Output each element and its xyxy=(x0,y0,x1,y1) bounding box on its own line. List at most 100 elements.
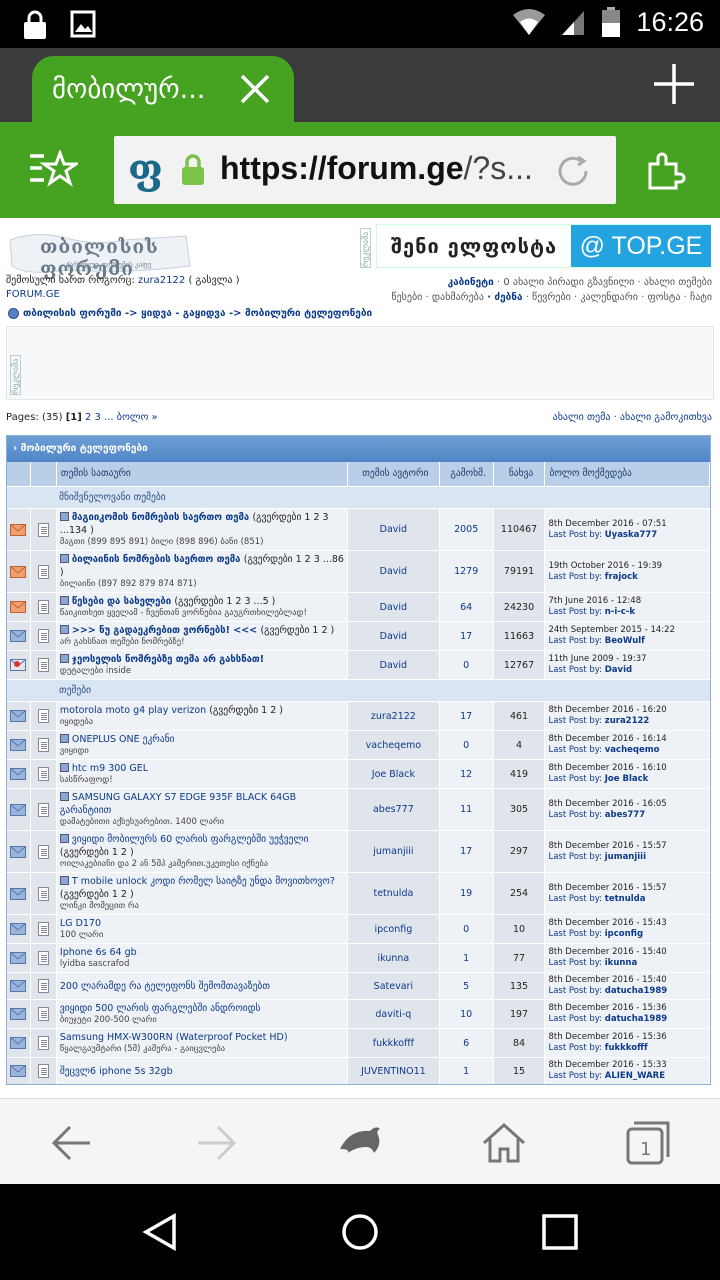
topic-author[interactable]: David xyxy=(348,651,440,679)
last-post-user[interactable]: Uyaska777 xyxy=(605,530,657,540)
topic-replies[interactable]: 2005 xyxy=(440,509,494,550)
new-topics-link[interactable]: · ახალი თემები xyxy=(638,277,712,288)
topic-author[interactable]: ipconfig xyxy=(348,915,440,943)
table-row[interactable]: LG D170 100 ლარი ipconfig 0 10 8th December … xyxy=(7,914,710,943)
back-arrow-icon[interactable] xyxy=(48,1119,96,1167)
last-post-user[interactable]: vacheqemo xyxy=(605,745,660,755)
topic-title-link[interactable]: შეცვლ6 iphone 5s 32gb xyxy=(60,1066,173,1077)
table-row[interactable]: მაგიიკომის ნომრების საერთო თემა (გვერდებ… xyxy=(7,508,710,550)
table-row[interactable]: SAMSUNG GALAXY S7 EDGE 935F BLACK 64GB გ… xyxy=(7,788,710,830)
search-link[interactable]: · ძებნა xyxy=(487,292,522,303)
topic-pages[interactable]: (გვერდები 1 2 ) xyxy=(60,847,134,858)
topic-replies[interactable]: 1 xyxy=(440,1058,494,1084)
last-post-user[interactable]: datucha1989 xyxy=(605,986,667,996)
logout-link[interactable]: ( გასვლა ) xyxy=(188,275,239,286)
table-row[interactable]: ჯეოსელის ნომრებზე თემა არ გახსნათ! დეტალ… xyxy=(7,650,710,679)
topic-title-link[interactable]: ვიყიდი 500 ლარის ფარგლებში ანდროიდს xyxy=(60,1003,261,1014)
topic-title-link[interactable]: htc m9 300 GEL xyxy=(72,763,148,774)
last-post-user[interactable]: BeoWulf xyxy=(605,636,645,646)
nav-recents-icon[interactable] xyxy=(540,1212,580,1252)
topic-author[interactable]: vacheqemo xyxy=(348,731,440,759)
nav-home-icon[interactable] xyxy=(340,1212,380,1252)
topic-title-link[interactable]: T mobile unlock კოდი რომელ საიტზე უნდა მ… xyxy=(72,876,335,887)
table-row[interactable]: წესები და სახელები (გვერდები 1 2 3 ...5 … xyxy=(7,592,710,621)
topic-replies[interactable]: 12 xyxy=(440,760,494,788)
topic-author[interactable]: tetnulda xyxy=(348,873,440,914)
last-post-user[interactable]: fukkkofff xyxy=(605,1043,648,1053)
topic-title-link[interactable]: ONEPLUS ONE ეკრანი xyxy=(72,734,175,745)
topic-replies[interactable]: 11 xyxy=(440,789,494,830)
last-post-user[interactable]: tetnulda xyxy=(605,894,646,904)
dolphin-icon[interactable] xyxy=(336,1119,384,1167)
topic-author[interactable]: zura2122 xyxy=(348,702,440,730)
topic-replies[interactable]: 0 xyxy=(440,731,494,759)
topic-title-link[interactable]: მაგიიკომის ნომრების საერთო თემა xyxy=(72,512,249,523)
topic-replies[interactable]: 17 xyxy=(440,831,494,872)
last-post-user[interactable]: zura2122 xyxy=(605,716,650,726)
topic-title-link[interactable]: 200 ლარამდე რა ტელეფონს შემომთავაზებთ xyxy=(60,981,270,992)
address-bar[interactable]: ფ https://forum.ge/?s... xyxy=(114,136,616,204)
topic-author[interactable]: fukkkofff xyxy=(348,1029,440,1057)
topic-title-link[interactable]: ვიყიდი მობილურს 60 ლარის ფარგლებში უეჭვე… xyxy=(72,834,309,845)
topic-replies[interactable]: 0 xyxy=(440,915,494,943)
topic-title-link[interactable]: Iphone 6s 64 gb xyxy=(60,947,137,958)
chat-link[interactable]: · ჩატი xyxy=(684,292,712,303)
topic-author[interactable]: David xyxy=(348,593,440,621)
last-post-user[interactable]: jumanjiii xyxy=(605,852,646,862)
topic-replies[interactable]: 64 xyxy=(440,593,494,621)
topic-pages[interactable]: (გვერდები 1 2 ) xyxy=(260,625,334,636)
cabinet-link[interactable]: კაბინეტი xyxy=(448,277,494,288)
table-row[interactable]: T mobile unlock კოდი რომელ საიტზე უნდა მ… xyxy=(7,872,710,914)
topge-banner[interactable]: შენი ელფოსტა @ TOP.GE xyxy=(376,224,711,268)
forumge-link[interactable]: FORUM.GE xyxy=(6,289,60,300)
topic-title-link[interactable]: Samsung HMX-W300RN (Waterproof Pocket HD… xyxy=(60,1032,288,1043)
bookmarks-menu-icon[interactable] xyxy=(28,150,78,192)
nav-back-icon[interactable] xyxy=(140,1212,180,1252)
table-row[interactable]: Iphone 6s 64 gb lyidba sascrafod ikunna 1 7… xyxy=(7,943,710,972)
calendar-link[interactable]: · კალენდარი xyxy=(574,292,638,303)
topic-title-link[interactable]: motorola moto g4 play verizon xyxy=(60,705,206,716)
topic-title-link[interactable]: LG D170 xyxy=(60,918,101,929)
table-row[interactable]: ONEPLUS ONE ეკრანი ვიყიდი vacheqemo 0 4 8th … xyxy=(7,730,710,759)
new-topic-links[interactable]: ახალი თემა · ახალი გამოკითხვა xyxy=(553,412,712,423)
reload-icon[interactable] xyxy=(554,152,592,190)
topic-pages[interactable]: (გვერდები 1 2 3 ...5 ) xyxy=(174,596,275,607)
site-logo[interactable]: თბილისის ფორუმი ქართული ფორუმის კაფე xyxy=(6,226,196,282)
topic-author[interactable]: David xyxy=(348,551,440,592)
topic-author[interactable]: jumanjiii xyxy=(348,831,440,872)
topic-author[interactable]: daviti-q xyxy=(348,1000,440,1028)
last-post-user[interactable]: ipconfig xyxy=(605,929,643,939)
table-row[interactable]: 200 ლარამდე რა ტელეფონს შემომთავაზებთ Sa… xyxy=(7,972,710,999)
page-links[interactable]: 2 3 ... ბოლო » xyxy=(85,412,158,423)
table-row[interactable]: >>> ნუ გადაეკრებით ვორნებს! <<< (გვერდებ… xyxy=(7,621,710,650)
last-post-user[interactable]: ALIEN_WARE xyxy=(605,1071,665,1081)
topic-replies[interactable]: 17 xyxy=(440,622,494,650)
help-link[interactable]: · დახმარება xyxy=(426,292,484,303)
mail-link[interactable]: · ფოსტა xyxy=(641,292,680,303)
table-row[interactable]: ვიყიდი 500 ლარის ფარგლებში ანდროიდს ბიუჯ… xyxy=(7,999,710,1028)
home-icon[interactable] xyxy=(480,1119,528,1167)
tabs-count-icon[interactable]: 1 xyxy=(624,1119,672,1167)
topic-title-link[interactable]: ჯეოსელის ნომრებზე თემა არ გახსნათ! xyxy=(72,654,264,665)
last-post-user[interactable]: ikunna xyxy=(605,958,637,968)
table-row[interactable]: შეცვლ6 iphone 5s 32gb JUVENTINO11 1 15 8th … xyxy=(7,1057,710,1084)
table-row[interactable]: ბილაინის ნომრების საერთო თემა (გვერდები … xyxy=(7,550,710,592)
table-row[interactable]: ვიყიდი მობილურს 60 ლარის ფარგლებში უეჭვე… xyxy=(7,830,710,872)
topic-replies[interactable]: 1 xyxy=(440,944,494,972)
last-post-user[interactable]: frajock xyxy=(605,572,638,582)
topic-author[interactable]: Joe Black xyxy=(348,760,440,788)
topic-pages[interactable]: (გვერდები 1 2 ) xyxy=(60,889,134,900)
last-post-user[interactable]: datucha1989 xyxy=(605,1014,667,1024)
topic-title-link[interactable]: >>> ნუ გადაეკრებით ვორნებს! <<< xyxy=(72,625,257,636)
topic-author[interactable]: David xyxy=(348,509,440,550)
topic-replies[interactable]: 19 xyxy=(440,873,494,914)
topic-replies[interactable]: 5 xyxy=(440,973,494,999)
forward-arrow-icon[interactable] xyxy=(192,1119,240,1167)
breadcrumb[interactable]: თბილისის ფორუმი -> ყიდვა - გაყიდვა -> მო… xyxy=(8,308,372,319)
pm-link[interactable]: · 0 ახალი პირადი გზავნილი xyxy=(497,277,634,288)
topic-title-link[interactable]: წესები და სახელები xyxy=(72,596,171,607)
topic-replies[interactable]: 6 xyxy=(440,1029,494,1057)
topic-title-link[interactable]: ბილაინის ნომრების საერთო თემა xyxy=(72,554,240,565)
table-row[interactable]: motorola moto g4 play verizon (გვერდები … xyxy=(7,701,710,730)
rules-link[interactable]: წესები xyxy=(391,292,422,303)
